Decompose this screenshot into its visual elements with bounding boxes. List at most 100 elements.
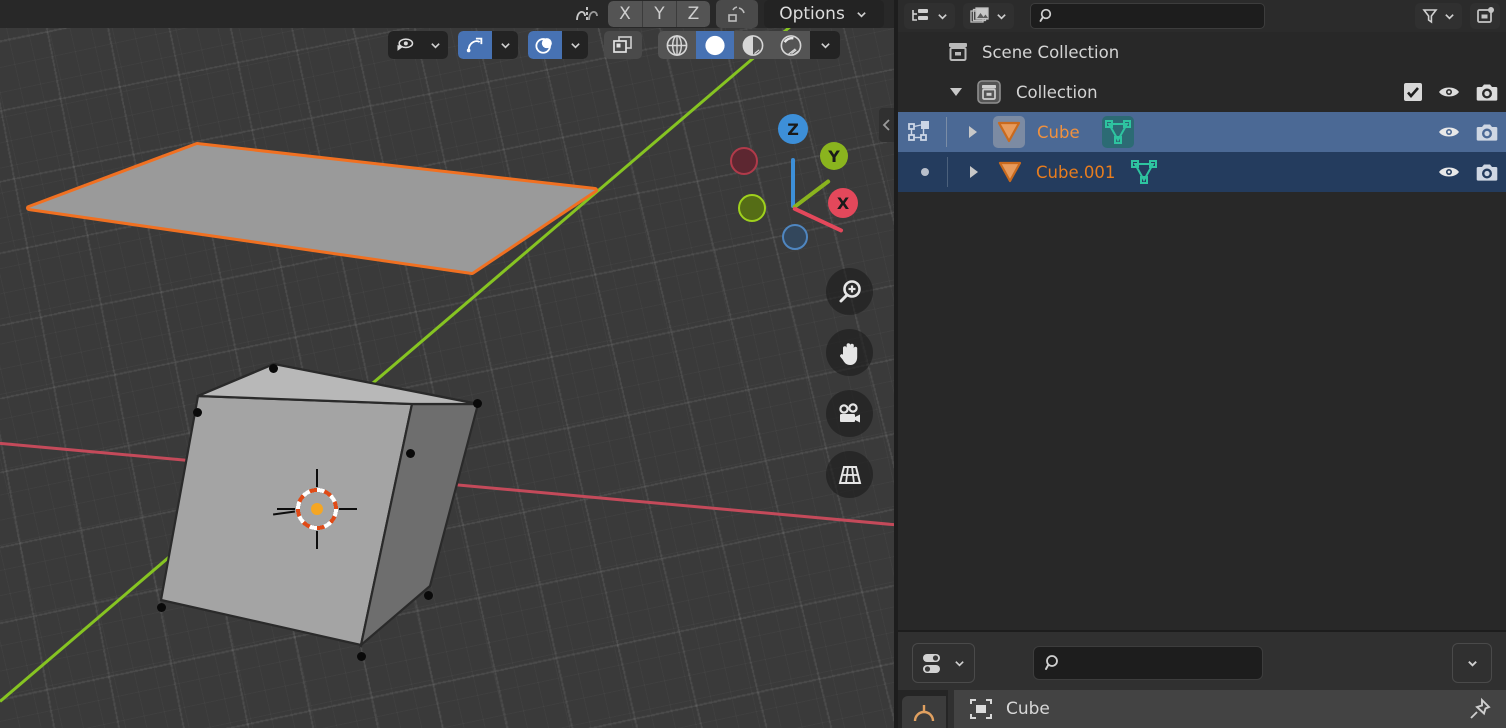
mirror-z-button[interactable]: Z [676,1,710,27]
properties-overflow-button[interactable] [1452,643,1492,683]
shading-rendered-button[interactable] [772,31,810,59]
cube-vertex[interactable] [406,449,415,458]
camera-render-icon[interactable] [1476,83,1498,102]
gizmo-axis-z-ball[interactable]: Z [778,114,808,144]
outliner-filter-button[interactable] [1415,3,1462,29]
mesh-object-icon [993,116,1025,148]
gizmo-x-label: X [836,193,850,213]
gizmo-axis-neg-y-ball[interactable] [738,194,766,222]
outliner-search-box[interactable] [1030,3,1265,29]
gizmo-axis-y-stick [791,178,831,210]
outliner-row-scene-collection[interactable]: Scene Collection [898,32,1506,72]
chevron-down-icon [855,0,869,28]
cube-vertex[interactable] [473,399,482,408]
search-icon [1039,8,1055,24]
viewport-nav-buttons [826,268,873,498]
proportional-editing-icon[interactable] [572,1,602,27]
camera-render-icon[interactable] [1476,163,1498,182]
outliner-search-input[interactable] [1061,8,1256,24]
gizmo-axis-y-ball[interactable]: Y [820,142,848,170]
plane-object[interactable] [0,120,640,320]
pin-icon[interactable] [1468,697,1492,721]
outliner-row-controls [1404,83,1498,102]
chevron-down-icon [1442,2,1456,30]
outliner-row-cube[interactable]: Cube [898,112,1506,152]
options-dropdown[interactable]: Options [764,0,884,28]
cube-vertex[interactable] [424,591,433,600]
properties-active-tab[interactable] [902,696,946,728]
scene-collection-icon [946,40,970,64]
transform-correct-face-attributes-icon[interactable] [716,0,758,28]
viewport-sidebar-toggle[interactable] [879,108,894,142]
eye-icon[interactable] [1438,124,1460,140]
toggle-xray-icon[interactable] [604,31,642,59]
properties-editor[interactable]: Cube [898,632,1506,728]
camera-render-icon[interactable] [1476,123,1498,142]
pan-hand-icon[interactable] [826,329,873,376]
chevron-down-icon [569,31,581,59]
eye-icon[interactable] [1438,164,1460,180]
chevron-down-icon [935,2,949,30]
shading-mode-group[interactable] [658,31,840,59]
proportional-falloff-icon[interactable] [528,31,562,59]
outliner-label-cube-001: Cube.001 [1036,162,1116,182]
shading-wireframe-button[interactable] [658,31,696,59]
gizmo-axis-neg-x-ball[interactable] [730,147,758,175]
properties-editor-type-button[interactable] [912,643,975,683]
viewport-header-row-2 [388,31,840,59]
outliner-row-collection[interactable]: Collection [898,72,1506,112]
properties-search-input[interactable] [1070,655,1252,671]
properties-breadcrumb-bar[interactable]: Cube [954,690,1506,728]
visibility-dropdown[interactable] [422,31,448,59]
expander-right-icon[interactable] [970,166,978,178]
outliner-display-mode-button[interactable] [963,3,1014,29]
mirror-y-button[interactable]: Y [642,1,676,27]
orthographic-toggle-icon[interactable] [826,451,873,498]
mirror-x-button[interactable]: X [608,1,642,27]
edit-mode-icon[interactable] [906,119,934,145]
outliner-label-collection: Collection [1016,82,1098,102]
checkbox-icon[interactable] [1404,83,1422,101]
new-collection-button[interactable] [1470,3,1500,29]
chevron-down-icon [994,2,1008,30]
cube-vertex[interactable] [157,603,166,612]
shading-material-preview-button[interactable] [734,31,772,59]
zoom-icon[interactable] [826,268,873,315]
gizmo-axis-x-ball[interactable]: X [828,188,858,218]
snap-group[interactable] [458,31,518,59]
eye-icon[interactable] [1438,84,1460,100]
cube-vertex[interactable] [193,408,202,417]
expander-down-icon[interactable] [950,88,962,96]
object-visibility-icon[interactable] [388,31,422,59]
outliner-label-cube: Cube [1037,122,1080,142]
properties-breadcrumb-label: Cube [1006,699,1050,719]
cube-vertex[interactable] [357,652,366,661]
camera-view-icon[interactable] [826,390,873,437]
shading-solid-button[interactable] [696,31,734,59]
3d-viewport[interactable]: X Y Z Options Z Y X [0,0,894,728]
expander-right-icon[interactable] [969,126,977,138]
snap-dropdown[interactable] [492,31,518,59]
mesh-data-icon[interactable] [1131,159,1158,185]
snap-magnet-icon[interactable] [458,31,492,59]
gizmo-axis-neg-z-ball[interactable] [782,224,808,250]
outliner-editor[interactable]: Scene Collection Collection Cube Cube.00… [898,0,1506,630]
outliner-row-controls [1438,163,1498,182]
falloff-dropdown[interactable] [562,31,588,59]
mesh-data-icon[interactable] [1101,116,1134,148]
chevron-down-icon [499,31,511,59]
object-visibility-group[interactable] [388,31,448,59]
properties-search-box[interactable] [1033,646,1263,680]
outliner-row-controls [1438,123,1498,142]
mirror-axis-group[interactable]: X Y Z [608,1,710,27]
chevron-down-icon [818,31,832,59]
navigation-gizmo[interactable]: Z Y X [726,100,876,260]
cube-vertex[interactable] [269,364,278,373]
outliner-editor-type-button[interactable] [904,3,955,29]
shading-dropdown[interactable] [810,31,840,59]
object-data-icon [968,697,994,721]
outliner-row-cube-001[interactable]: Cube.001 [898,152,1506,192]
mesh-object-icon [996,158,1024,186]
outliner-tree[interactable]: Scene Collection Collection Cube Cube.00… [898,32,1506,630]
proportional-falloff-group[interactable] [528,31,588,59]
